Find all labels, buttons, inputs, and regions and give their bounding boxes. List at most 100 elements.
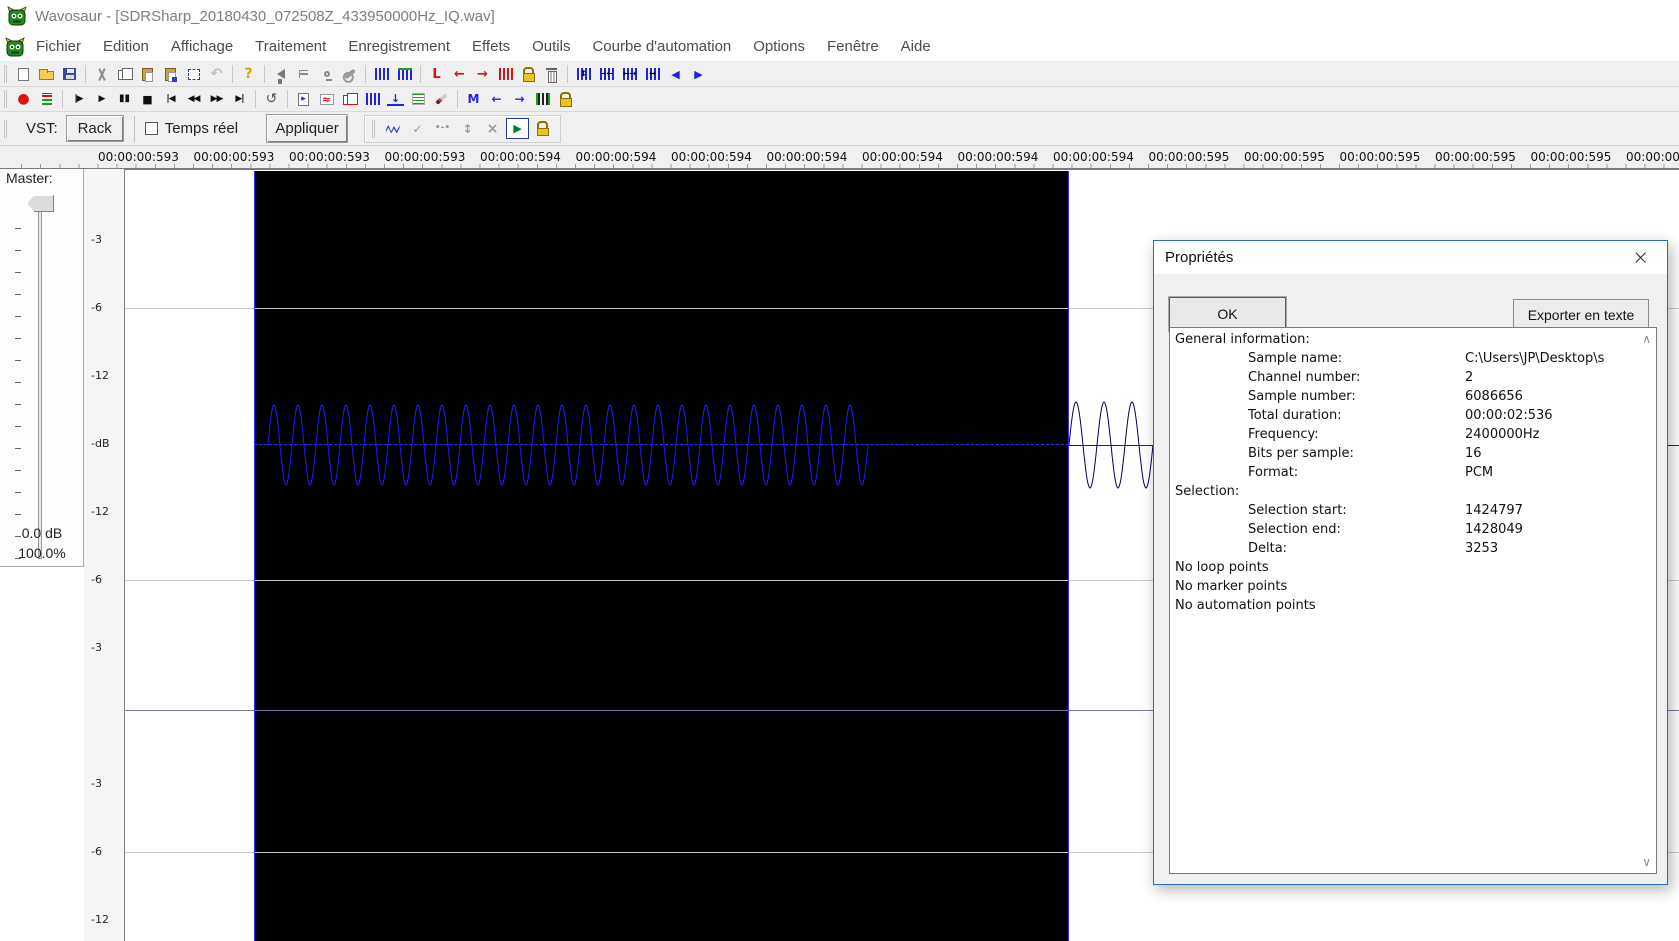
ok-button[interactable]: OK	[1169, 297, 1286, 331]
red-left-button[interactable]: ←	[448, 64, 471, 85]
zoom-wave-v-button[interactable]: ↕	[572, 64, 595, 85]
marker-left-button[interactable]: ←	[485, 89, 508, 110]
rewind-icon: ◀◀	[187, 93, 201, 104]
toolbar-grip[interactable]	[4, 119, 9, 138]
realtime-checkbox[interactable]	[144, 122, 158, 135]
save-button[interactable]	[58, 64, 81, 85]
trash2-icon	[580, 92, 597, 107]
wrench-button[interactable]	[338, 64, 361, 85]
speaker-button[interactable]	[269, 64, 292, 85]
play-button[interactable]: ▶	[90, 89, 113, 110]
menu-options[interactable]: Options	[742, 34, 816, 59]
apply-button[interactable]: Appliquer	[266, 114, 349, 143]
meter-button[interactable]	[35, 89, 58, 110]
rack-button[interactable]: Rack	[65, 115, 124, 142]
close-icon[interactable]: ×	[1624, 243, 1657, 271]
property-value: 16	[1465, 446, 1482, 461]
menu-fichier[interactable]: Fichier	[25, 34, 92, 59]
scroll-up-icon[interactable]: ∧	[1642, 332, 1651, 346]
stop-button[interactable]: ■	[136, 89, 159, 110]
toolbar-separator	[567, 65, 568, 83]
menu-affichage[interactable]: Affichage	[160, 34, 244, 59]
menu-traitement[interactable]: Traitement	[244, 34, 337, 59]
menu-edition[interactable]: Edition	[92, 34, 160, 59]
curve-button[interactable]	[381, 118, 404, 139]
toolbar-grip[interactable]	[4, 90, 9, 108]
paste-special-button[interactable]	[159, 64, 182, 85]
menu-aide[interactable]: Aide	[890, 34, 942, 59]
red-right-button[interactable]: →	[471, 64, 494, 85]
copy-button[interactable]	[113, 64, 136, 85]
db-label-6: -6	[91, 845, 102, 858]
lock3-button[interactable]	[531, 118, 554, 139]
zoom-wave-in-button[interactable]: ←→	[618, 64, 641, 85]
toolbar-grip[interactable]	[4, 65, 9, 83]
zoom-wave-out-button[interactable]: →←	[595, 64, 618, 85]
stats-button[interactable]: ≈	[315, 89, 338, 110]
new-button[interactable]	[12, 64, 35, 85]
toolbar-grip[interactable]	[372, 119, 377, 138]
tri-right-button[interactable]: ▶	[687, 64, 710, 85]
insert-doc-button[interactable]: ▸	[292, 89, 315, 110]
help-button[interactable]: ?	[237, 64, 260, 85]
menu-effets[interactable]: Effets	[461, 34, 521, 59]
wave-edit-button[interactable]	[361, 89, 384, 110]
play-cursor-button[interactable]: |▶	[67, 89, 90, 110]
dialog-title-bar[interactable]: Propriétés ×	[1154, 241, 1667, 274]
check-button[interactable]: ✓	[406, 118, 429, 139]
scroll-down-icon[interactable]: ∨	[1642, 855, 1651, 869]
time-label-00-00-00-593: 00:00:00:593	[98, 150, 179, 164]
toolbar-separator	[287, 90, 288, 108]
go-start-button[interactable]: |◀	[159, 89, 182, 110]
master-gain-value: 0.0 dB	[21, 525, 63, 541]
pencil-icon	[435, 93, 448, 105]
pause-button[interactable]: ▮▮	[113, 89, 136, 110]
forward-button[interactable]: ▶▶	[205, 89, 228, 110]
wave-insert-button[interactable]	[370, 64, 393, 85]
menu-enregistrement[interactable]: Enregistrement	[337, 34, 461, 59]
lock-button[interactable]	[517, 64, 540, 85]
time-label-00-00-00-593: 00:00:00:593	[384, 150, 466, 164]
pencil-button[interactable]	[430, 89, 453, 110]
jack-out-button[interactable]	[315, 64, 338, 85]
resample-button[interactable]: ↓	[384, 89, 407, 110]
marker-right-button[interactable]: →	[508, 89, 531, 110]
dots-button[interactable]: •-•	[431, 118, 454, 139]
time-ruler[interactable]: 00:00:00:593 00:00:00:593 00:00:00:593 00:0…	[0, 146, 1679, 169]
wave-green-button[interactable]	[393, 64, 416, 85]
property-row: Selection end: 1428049	[1170, 522, 1656, 541]
undo-button[interactable]: ↶	[205, 64, 228, 85]
go-end-button[interactable]: ▶|	[228, 89, 251, 110]
updown-button[interactable]: ↕	[456, 118, 479, 139]
cut-button[interactable]	[90, 64, 113, 85]
copy-red-button[interactable]	[338, 89, 361, 110]
check-icon: ✓	[412, 121, 423, 136]
select-blue-button[interactable]	[182, 64, 205, 85]
marker-m-button[interactable]: M	[462, 89, 485, 110]
lock2-button[interactable]	[554, 89, 577, 110]
tri-left-button[interactable]: ◀	[664, 64, 687, 85]
properties-list[interactable]: General information: Sample name: C:\Users…	[1169, 327, 1657, 874]
trash-button[interactable]	[540, 64, 563, 85]
trash2-button[interactable]	[577, 89, 600, 110]
master-label: Master:	[6, 170, 53, 186]
export-text-button[interactable]: Exporter en texte	[1513, 299, 1649, 330]
wave-marker-button[interactable]	[531, 89, 554, 110]
record-button[interactable]: ●	[12, 89, 35, 110]
menu-courbe-d-automation[interactable]: Courbe d'automation	[581, 34, 742, 59]
master-slider-track[interactable]	[38, 211, 42, 559]
menu-outils[interactable]: Outils	[521, 34, 581, 59]
menu-fen-tre[interactable]: Fenêtre	[816, 34, 890, 59]
autoplay-button[interactable]: ▶	[506, 118, 530, 139]
wave-red-button[interactable]	[494, 64, 517, 85]
master-slider-handle[interactable]	[27, 195, 54, 212]
open-button[interactable]	[35, 64, 58, 85]
jack-in-button[interactable]	[292, 64, 315, 85]
delete-x-button[interactable]: ×	[481, 118, 504, 139]
paste-button[interactable]	[136, 64, 159, 85]
loop-button[interactable]: ↺	[260, 89, 283, 110]
batch-button[interactable]	[407, 89, 430, 110]
rewind-button[interactable]: ◀◀	[182, 89, 205, 110]
l-marker-button[interactable]: L	[425, 64, 448, 85]
zoom-wave-sel-button[interactable]: ↔	[641, 64, 664, 85]
